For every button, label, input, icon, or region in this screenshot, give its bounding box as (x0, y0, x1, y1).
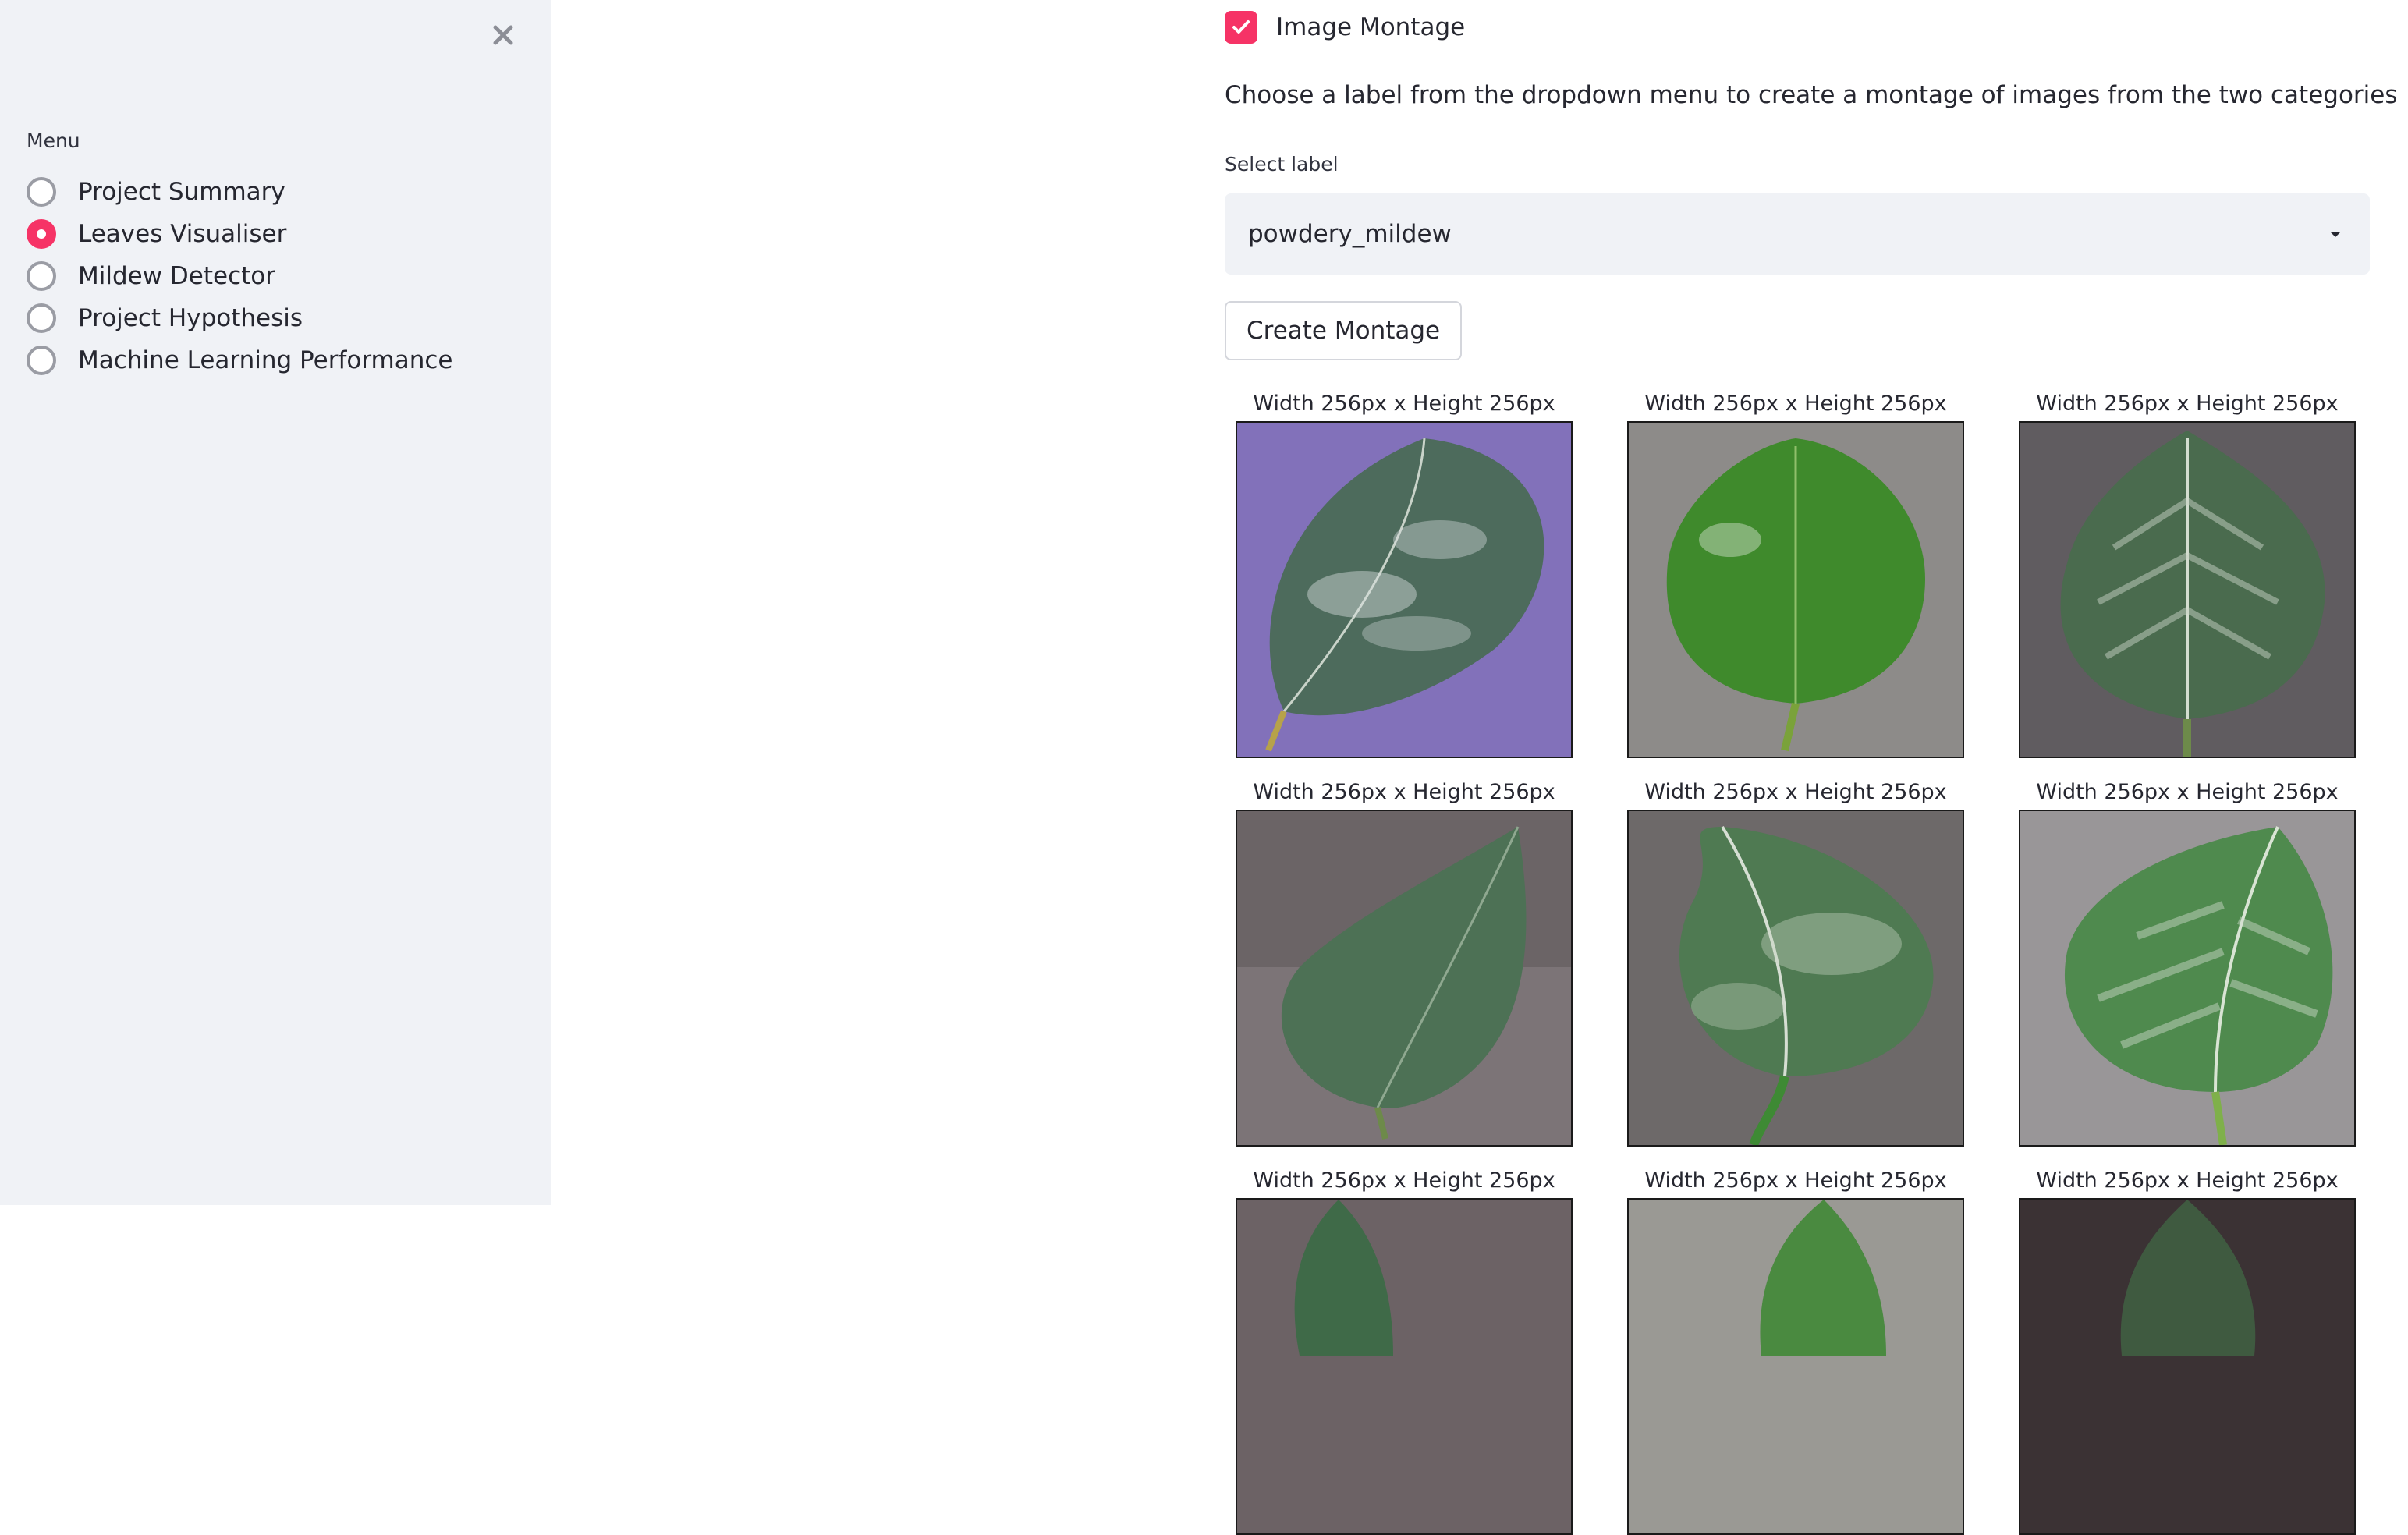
leaf-image (1236, 1198, 1573, 1535)
leaf-image (1236, 810, 1573, 1147)
image-montage-grid: Width 256px x Height 256px Width 256px x… (1236, 387, 2356, 1535)
image-caption: Width 256px x Height 256px (2036, 1168, 2339, 1193)
image-caption: Width 256px x Height 256px (2036, 392, 2339, 416)
select-value: powdery_mildew (1248, 220, 1452, 248)
radio-button[interactable] (27, 303, 56, 333)
montage-cell: Width 256px x Height 256px (1627, 387, 1964, 758)
checkbox-checked[interactable] (1225, 11, 1257, 44)
label-select-dropdown[interactable]: powdery_mildew (1225, 193, 2370, 275)
leaf-image (1627, 421, 1964, 758)
description-text: Choose a label from the dropdown menu to… (1225, 81, 2398, 109)
radio-ml-performance[interactable]: Machine Learning Performance (27, 340, 453, 381)
radio-label: Leaves Visualiser (78, 220, 287, 248)
radio-label: Mildew Detector (78, 262, 276, 290)
radio-dot (37, 229, 46, 239)
check-icon (1232, 20, 1250, 34)
montage-cell: Width 256px x Height 256px (1627, 775, 1964, 1147)
montage-cell: Width 256px x Height 256px (1236, 387, 1573, 758)
radio-button[interactable] (27, 346, 56, 375)
image-caption: Width 256px x Height 256px (2036, 780, 2339, 804)
radio-project-summary[interactable]: Project Summary (27, 172, 285, 212)
leaf-image (2019, 421, 2356, 758)
leaf-image (2019, 1198, 2356, 1535)
image-montage-checkbox[interactable]: Image Montage (1225, 11, 1465, 44)
radio-button[interactable] (27, 177, 56, 207)
montage-cell: Width 256px x Height 256px (2019, 775, 2356, 1147)
radio-button-selected[interactable] (27, 219, 56, 249)
radio-label: Project Hypothesis (78, 304, 303, 332)
checkbox-label: Image Montage (1276, 13, 1466, 41)
sidebar: Menu Project Summary Leaves Visualiser M… (0, 0, 551, 1205)
menu-label: Menu (27, 129, 80, 152)
image-caption: Width 256px x Height 256px (1253, 780, 1555, 804)
radio-leaves-visualiser[interactable]: Leaves Visualiser (27, 214, 286, 254)
radio-project-hypothesis[interactable]: Project Hypothesis (27, 298, 303, 339)
leaf-image (2019, 810, 2356, 1147)
leaf-image (1236, 421, 1573, 758)
radio-label: Machine Learning Performance (78, 346, 453, 374)
chevron-down-icon (2330, 232, 2341, 237)
image-caption: Width 256px x Height 256px (1644, 780, 1947, 804)
close-sidebar-button[interactable] (485, 17, 521, 53)
montage-cell: Width 256px x Height 256px (1236, 1164, 1573, 1535)
leaf-image (1627, 810, 1964, 1147)
montage-cell: Width 256px x Height 256px (2019, 387, 2356, 758)
create-montage-button[interactable]: Create Montage (1225, 301, 1463, 360)
image-caption: Width 256px x Height 256px (1644, 1168, 1947, 1193)
radio-mildew-detector[interactable]: Mildew Detector (27, 256, 275, 296)
radio-label: Project Summary (78, 178, 285, 206)
montage-cell: Width 256px x Height 256px (1627, 1164, 1964, 1535)
close-icon (493, 25, 513, 45)
image-caption: Width 256px x Height 256px (1253, 392, 1555, 416)
leaf-image (1627, 1198, 1964, 1535)
radio-button[interactable] (27, 261, 56, 291)
image-caption: Width 256px x Height 256px (1644, 392, 1947, 416)
montage-cell: Width 256px x Height 256px (2019, 1164, 2356, 1535)
montage-cell: Width 256px x Height 256px (1236, 775, 1573, 1147)
select-label: Select label (1225, 153, 1339, 175)
image-caption: Width 256px x Height 256px (1253, 1168, 1555, 1193)
